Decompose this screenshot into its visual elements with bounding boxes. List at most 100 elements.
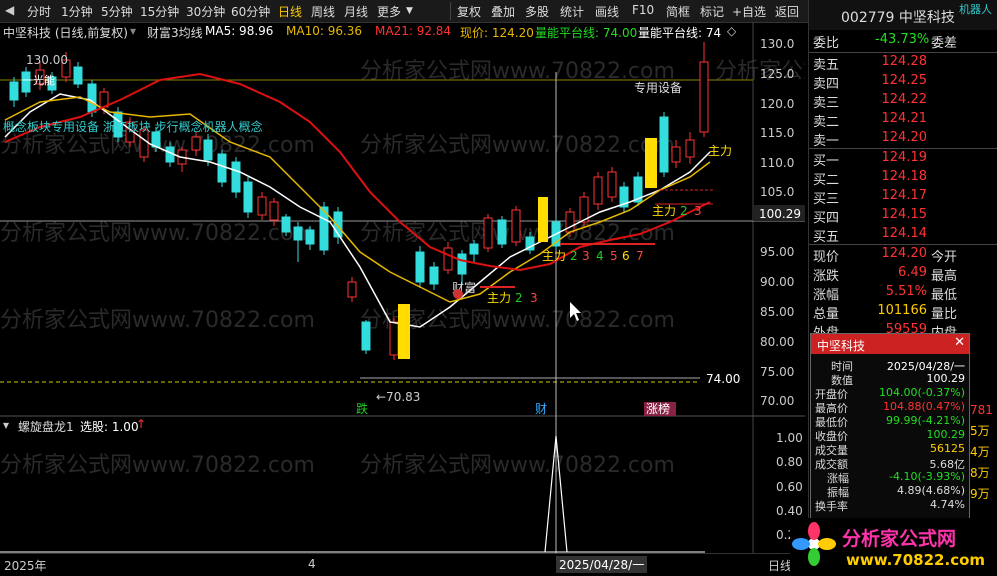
ask-row: 卖二 124.21 [813,111,927,130]
main-force-label: 主力 [652,204,676,218]
candle-body [361,321,371,351]
candle-body [443,247,453,271]
toolbar-frame-button[interactable]: 简框 [666,3,690,20]
candle-body [457,253,467,275]
sub-indicator-name[interactable]: 螺旋盘龙1 [18,418,74,435]
event-fall-tag: 跌 [356,401,368,416]
weibi-value: -43.73% [875,32,930,47]
svg-text:2: 2 [680,204,688,218]
candle-body [269,201,279,221]
tooltip-row: 涨幅 -4.10(-3.93%) [827,470,965,485]
candle-body [87,83,97,113]
toolbar-multi-stock-button[interactable]: 多股 [525,3,549,20]
toolbar-f10-button[interactable]: F10 [632,3,654,17]
period-tab-60min[interactable]: 60分钟 [231,3,270,20]
toolbar-overlay-button[interactable]: 叠加 [491,3,515,20]
svg-text:7: 7 [636,249,644,263]
data-tooltip-window[interactable]: 中坚科技 ✕ 时间 2025/04/28/一 数值 100.29 开盘价 104.00… [810,333,970,543]
candle-body [511,209,521,243]
period-tab-bottom[interactable]: 日线 [768,557,792,574]
watermark-text: 分析家公式网www.70822.com [0,308,315,333]
svg-text:6: 6 [622,249,630,263]
period-tab-more[interactable]: 更多 [377,3,401,20]
price-axis-label: 95.00 [760,245,795,259]
platform-value-label: 74.00 [706,372,740,386]
tooltip-title-bar[interactable]: 中坚科技 ✕ [811,334,969,354]
toolbar-back-button[interactable]: 返回 [775,3,799,20]
price-axis-label: 70.00 [760,394,795,408]
candle-body [497,219,507,245]
price-axis-label: 90.00 [760,275,795,289]
fortune-icon [453,289,463,299]
quote-row: 涨幅 5.51% 最低 [813,284,958,303]
svg-text:3: 3 [694,204,702,218]
month-label: 4 [308,557,316,571]
logo-text: 分析家公式网 [842,528,957,550]
close-icon[interactable]: ✕ [954,335,965,350]
up-arrow-icon: ↑ [136,417,147,431]
tooltip-row: 最低价 99.99(-4.21%) [815,414,965,429]
period-tab-daily[interactable]: 日线 [278,3,302,20]
price-axis-label: 115.0 [760,126,795,140]
sub-axis-label: 0.60 [776,480,803,494]
candle-body [231,161,241,193]
toolbar-stats-button[interactable]: 统计 [560,3,584,20]
candle-body [389,321,399,356]
sub-axis-label: 1.00 [776,431,803,445]
period-tab-1min[interactable]: 1分钟 [61,3,93,20]
tooltip-row: 振幅 4.89(4.68%) [827,484,965,499]
bid-row: 买一 124.19 [813,150,927,169]
candle-body [685,139,695,158]
toolbar-draw-button[interactable]: 画线 [595,3,619,20]
kline-chart-svg[interactable]: 分析家公式网www.70822.com 分析家公式网www.70822.com … [0,22,805,553]
sub-axis-label: 0.40 [776,504,803,518]
bid-row: 买二 124.18 [813,169,927,188]
platform-line-value-2: 量能平台线: 74 [638,26,722,40]
tooltip-row: 时间 2025/04/28/一 [831,360,965,373]
high-price-label: 130.00 [26,53,68,67]
price-axis-label: 130.0 [760,37,795,51]
tooltip-row: 开盘价 104.00(-0.37%) [815,386,965,401]
period-tab-5min[interactable]: 5分钟 [101,3,133,20]
bid-row: 买三 124.17 [813,188,927,207]
settings-icon[interactable]: ◇ [727,24,736,38]
platform-line-value: 量能平台线: 74.00 [535,26,638,40]
svg-text:4: 4 [596,249,604,263]
site-logo: 分析家公式网 www.70822.com [790,518,997,575]
more-dropdown-icon[interactable]: ▼ [406,6,413,16]
candle-body [483,217,493,249]
period-tab-weekly[interactable]: 周线 [311,3,335,20]
period-tab-fenshi[interactable]: 分时 [27,3,51,20]
candle-body [415,251,425,283]
kline-chart-area[interactable]: 分析家公式网www.70822.com 分析家公式网www.70822.com … [0,22,805,553]
candle-body [257,196,267,216]
ask-row: 卖四 124.25 [813,73,927,92]
period-tab-15min[interactable]: 15分钟 [140,3,179,20]
indicator-name[interactable]: 财富3均线 [147,24,203,41]
signal-bar [645,138,657,188]
period-tab-30min[interactable]: 30分钟 [186,3,225,20]
candle-body [191,136,201,151]
tooltip-row: 最高价 104.88(0.47%) [815,400,965,415]
candle-body [347,281,357,298]
price-axis-label: 120.0 [760,97,795,111]
tooltip-row: 成交量 56125 [815,442,965,457]
svg-text:2: 2 [515,291,523,305]
sub-axis-label: 0.80 [776,455,803,469]
event-cai-tag: 财 [535,402,547,416]
svg-text:2: 2 [570,249,578,263]
ma5-value: MA5: 98.96 [205,24,274,38]
toolbar-fuquan-button[interactable]: 复权 [457,3,481,20]
logo-icon [792,522,836,566]
sub-collapse-icon[interactable]: ▾ [3,418,9,432]
toolbar-add-watchlist-button[interactable]: +自选 [732,3,766,20]
price-axis-label: 110.0 [760,156,795,170]
popup-edge-values: 781 5万 4万 8万 9万 [970,403,993,501]
candle-body [281,216,291,233]
toolbar-mark-button[interactable]: 标记 [700,3,724,20]
collapse-icon[interactable]: ◀ [5,3,14,17]
main-force-label: 主力 [542,249,566,263]
concept-tag[interactable]: 机器人 [959,1,992,17]
dropdown-icon[interactable]: ▾ [130,24,136,38]
period-tab-monthly[interactable]: 月线 [344,3,368,20]
